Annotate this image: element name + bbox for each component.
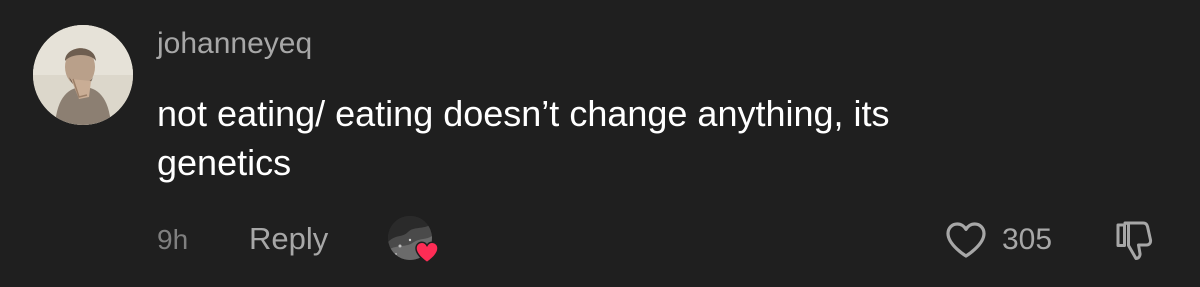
comment-item: johanneyeq not eating/ eating doesn’t ch… — [0, 0, 1200, 287]
comment-text-line-2: genetics — [157, 142, 292, 183]
avatar-photo-icon — [33, 25, 133, 125]
comment-text-line-1: not eating/ eating doesn’t change anythi… — [157, 93, 890, 134]
heart-filled-icon — [414, 240, 440, 264]
reply-button[interactable]: Reply — [249, 219, 328, 259]
dislike-button[interactable] — [1110, 216, 1158, 264]
heart-outline-icon — [946, 222, 986, 258]
thumbs-down-icon — [1116, 221, 1153, 260]
like-count: 305 — [1002, 223, 1053, 256]
user-avatar[interactable] — [33, 25, 133, 125]
comment-username[interactable]: johanneyeq — [157, 24, 312, 64]
liked-by-creator-badge — [388, 216, 440, 266]
like-button[interactable]: 305 — [944, 216, 1052, 264]
comment-timestamp: 9h — [157, 224, 189, 255]
comment-text: not eating/ eating doesn’t change anythi… — [157, 89, 1157, 187]
